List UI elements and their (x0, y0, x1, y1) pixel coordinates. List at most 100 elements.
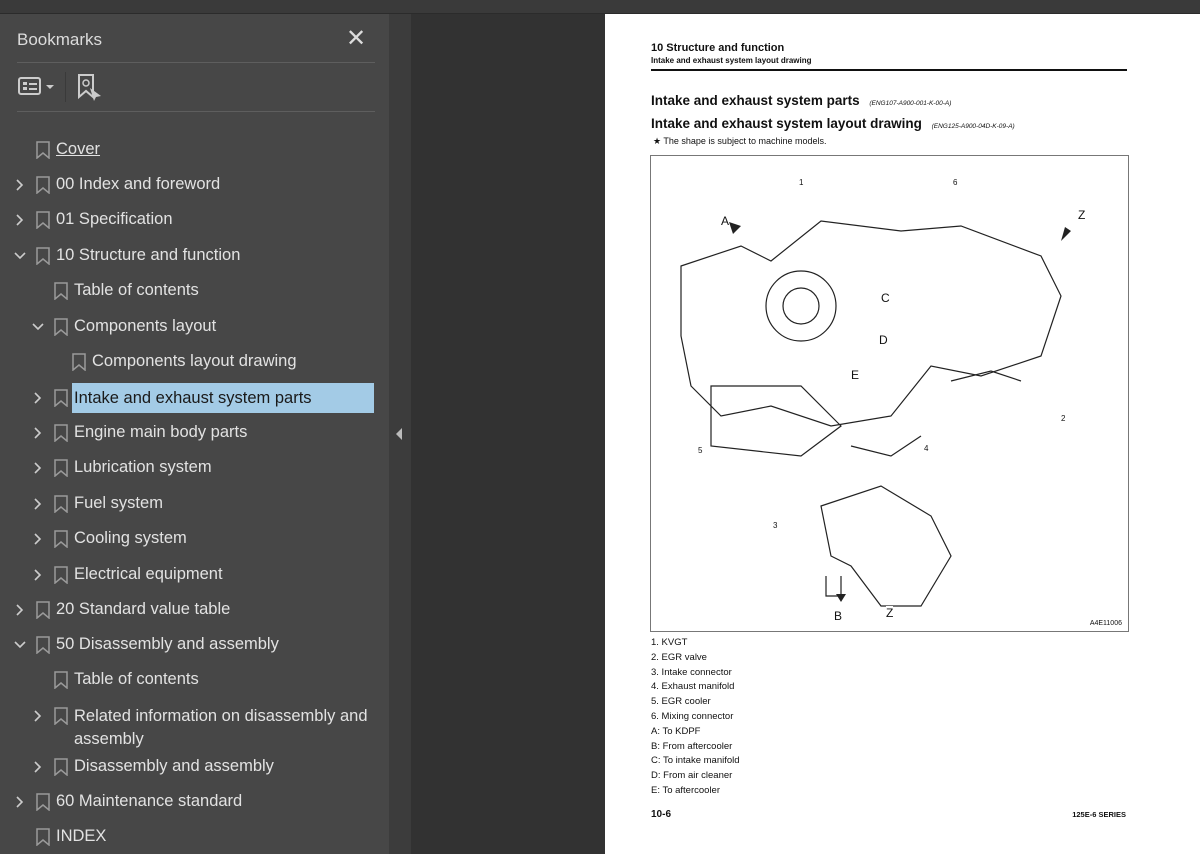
series-label: 125E-6 SERIES (1072, 810, 1126, 819)
panel-splitter[interactable] (389, 14, 411, 854)
bookmark-icon (36, 141, 50, 160)
bookmark-icon (36, 247, 50, 266)
bookmark-label: Components layout (74, 317, 217, 335)
bookmark-item[interactable]: INDEX (0, 822, 389, 852)
chevron-right-icon[interactable] (31, 760, 45, 774)
divider (17, 111, 375, 112)
callout-label: 3 (773, 521, 778, 530)
bookmarks-panel: Bookmarks ✕ Cover 00 Index and foreword 01… (0, 14, 389, 854)
bookmark-label: 60 Maintenance standard (56, 792, 243, 810)
chevron-right-icon[interactable] (13, 795, 27, 809)
bookmark-label: 01 Specification (56, 210, 173, 228)
bookmark-label: Table of contents (74, 281, 199, 299)
bookmark-label: Engine main body parts (74, 423, 248, 441)
legend-item: 6. Mixing connector (651, 710, 734, 722)
bookmark-label: Cover (56, 140, 101, 158)
callout-label: 2 (1061, 414, 1066, 423)
page-number: 10-6 (651, 809, 672, 820)
bookmark-item[interactable]: Components layout drawing (0, 347, 389, 377)
bookmark-item[interactable]: Intake and exhaust system parts (0, 383, 389, 413)
bookmark-item[interactable]: Disassembly and assembly (0, 752, 389, 782)
bookmark-item[interactable]: Cooling system (0, 524, 389, 554)
collapse-arrow-icon[interactable] (396, 428, 402, 440)
bookmark-icon (54, 707, 68, 726)
callout-label: 4 (924, 444, 929, 453)
legend-item: 5. EGR cooler (651, 696, 711, 708)
panel-title: Bookmarks (17, 30, 103, 49)
bookmark-item[interactable]: 00 Index and foreword (0, 170, 389, 200)
callout-label: D (879, 333, 888, 347)
legend-item: 4. Exhaust manifold (651, 681, 735, 693)
bookmark-options-button[interactable] (18, 74, 58, 103)
bookmark-item[interactable]: Electrical equipment (0, 560, 389, 590)
chevron-right-icon[interactable] (31, 532, 45, 546)
legend-item: 1. KVGT (651, 637, 688, 648)
bookmark-icon (36, 828, 50, 847)
bookmark-item[interactable]: Fuel system (0, 489, 389, 519)
chevron-right-icon[interactable] (13, 178, 27, 192)
chevron-down-icon[interactable] (13, 249, 27, 263)
chevron-right-icon[interactable] (13, 213, 27, 227)
bookmark-item[interactable]: Cover (0, 135, 389, 165)
bookmark-label: Intake and exhaust system parts (72, 383, 374, 413)
bookmark-icon (36, 601, 50, 620)
bookmark-label: Components layout drawing (92, 352, 297, 370)
chevron-right-icon[interactable] (31, 391, 45, 405)
callout-label: 1 (799, 178, 804, 187)
chevron-right-icon[interactable] (31, 426, 45, 440)
bookmark-item[interactable]: Lubrication system (0, 453, 389, 483)
bookmark-item[interactable]: Table of contents (0, 276, 389, 306)
bookmark-label: 10 Structure and function (56, 246, 241, 264)
heading-1: Intake and exhaust system parts (651, 93, 860, 108)
bookmark-icon (36, 176, 50, 195)
bookmark-icon (54, 282, 68, 301)
bookmark-icon (72, 353, 86, 372)
bookmark-item[interactable]: 10 Structure and function (0, 241, 389, 271)
divider (17, 62, 375, 63)
callout-label: 5 (698, 446, 703, 455)
running-header: 10 Structure and function (651, 42, 785, 54)
chevron-right-icon[interactable] (31, 497, 45, 511)
bookmark-item[interactable]: 50 Disassembly and assembly (0, 630, 389, 660)
note: ★ The shape is subject to machine models… (653, 136, 827, 146)
running-subheader: Intake and exhaust system layout drawing (651, 56, 812, 65)
chevron-down-icon[interactable] (13, 638, 27, 652)
legend-item: D: From air cleaner (651, 770, 733, 782)
find-current-bookmark-button[interactable] (77, 74, 103, 107)
chevron-right-icon[interactable] (31, 709, 45, 723)
chevron-right-icon[interactable] (31, 568, 45, 582)
callout-label: C (881, 291, 890, 305)
bookmark-locate-icon (78, 74, 101, 101)
chevron-right-icon[interactable] (31, 461, 45, 475)
bookmark-label: Electrical equipment (74, 565, 223, 583)
bookmark-item[interactable]: 01 Specification (0, 205, 389, 235)
legend-item: 3. Intake connector (651, 666, 732, 678)
chevron-right-icon[interactable] (13, 603, 27, 617)
bookmark-icon (54, 671, 68, 690)
bookmark-item[interactable]: Components layout (0, 312, 389, 342)
figure-frame: 1 6 A Z C D E 2 5 4 3 B Z A4E11006 (650, 155, 1129, 632)
bookmark-label: Disassembly and assembly (74, 757, 274, 775)
chevron-down-icon[interactable] (31, 320, 45, 334)
bookmark-icon (36, 793, 50, 812)
bookmark-item[interactable]: 20 Standard value table (0, 595, 389, 625)
bookmark-label: 50 Disassembly and assembly (56, 635, 279, 653)
bookmark-item[interactable]: Engine main body parts (0, 418, 389, 448)
bookmark-item[interactable]: Related information on disassembly and a… (0, 701, 389, 748)
bookmark-label: INDEX (56, 827, 107, 845)
bookmark-icon (54, 389, 68, 408)
bookmark-label: Fuel system (74, 494, 163, 512)
legend-item: C: To intake manifold (651, 755, 740, 767)
bookmark-item[interactable]: Table of contents (0, 665, 389, 695)
bookmark-icon (54, 459, 68, 478)
bookmark-icon (54, 495, 68, 514)
legend-item: E: To aftercooler (651, 784, 721, 796)
bookmark-item[interactable]: 60 Maintenance standard (0, 787, 389, 817)
callout-label: 6 (953, 178, 958, 187)
bookmark-icon (36, 211, 50, 230)
callout-label: E (851, 368, 860, 382)
close-panel-button[interactable]: ✕ (346, 24, 366, 53)
bookmark-icon (54, 530, 68, 549)
legend-item: B: From aftercooler (651, 740, 733, 752)
callout-label: A (721, 214, 730, 228)
